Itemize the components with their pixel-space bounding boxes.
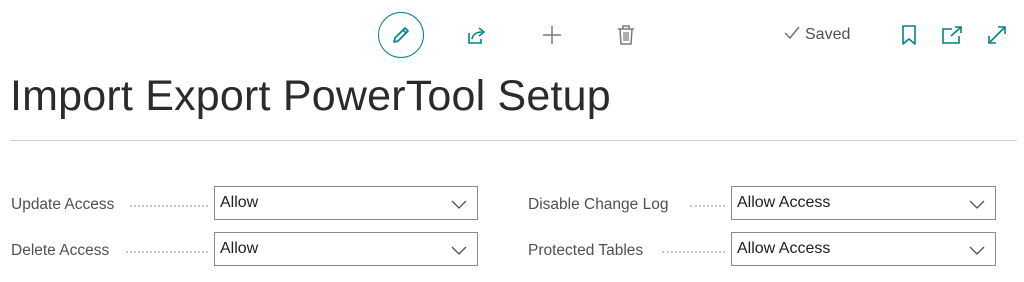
field-disable-change-log: Disable Change Log bbox=[528, 188, 668, 222]
update-access-value: Allow bbox=[220, 194, 259, 211]
field-leader-dots bbox=[130, 205, 208, 208]
field-protected-tables: Protected Tables bbox=[528, 234, 643, 268]
delete-access-select[interactable]: Allow bbox=[214, 232, 478, 266]
plus-icon bbox=[540, 23, 564, 47]
protected-tables-select[interactable]: Allow Access bbox=[731, 232, 996, 266]
page-title: Import Export PowerTool Setup bbox=[10, 72, 611, 120]
protected-tables-value: Allow Access bbox=[737, 240, 831, 257]
expand-icon bbox=[986, 24, 1008, 46]
bookmark-button[interactable] bbox=[897, 22, 921, 48]
disable-change-log-value: Allow Access bbox=[737, 194, 831, 211]
edit-button[interactable] bbox=[378, 12, 424, 58]
title-divider bbox=[10, 140, 1017, 141]
share-icon bbox=[464, 24, 488, 48]
share-button[interactable] bbox=[463, 23, 489, 49]
bookmark-icon bbox=[900, 24, 918, 46]
chevron-down-icon bbox=[451, 197, 467, 209]
field-leader-dots bbox=[662, 251, 725, 254]
disable-change-log-label: Disable Change Log bbox=[528, 196, 669, 213]
update-access-label: Update Access bbox=[11, 196, 115, 213]
expand-button[interactable] bbox=[984, 22, 1010, 48]
delete-access-value: Allow bbox=[220, 240, 259, 257]
open-in-new-window-icon bbox=[940, 24, 964, 46]
chevron-down-icon bbox=[969, 243, 985, 255]
trash-icon bbox=[615, 23, 637, 47]
saved-status: Saved bbox=[783, 24, 850, 46]
saved-label: Saved bbox=[805, 26, 851, 43]
protected-tables-label: Protected Tables bbox=[528, 242, 644, 259]
delete-access-label: Delete Access bbox=[11, 242, 110, 259]
checkmark-icon bbox=[783, 25, 801, 46]
chevron-down-icon bbox=[451, 243, 467, 255]
action-bar: Saved bbox=[0, 0, 1024, 70]
disable-change-log-select[interactable]: Allow Access bbox=[731, 186, 996, 220]
pencil-icon bbox=[390, 24, 412, 46]
update-access-select[interactable]: Allow bbox=[214, 186, 478, 220]
field-update-access: Update Access bbox=[11, 188, 114, 222]
field-leader-dots bbox=[690, 205, 725, 208]
field-leader-dots bbox=[126, 251, 208, 254]
chevron-down-icon bbox=[969, 197, 985, 209]
field-delete-access: Delete Access bbox=[11, 234, 109, 268]
delete-button[interactable] bbox=[613, 22, 639, 48]
new-button[interactable] bbox=[539, 22, 565, 48]
open-new-window-button[interactable] bbox=[939, 22, 965, 48]
